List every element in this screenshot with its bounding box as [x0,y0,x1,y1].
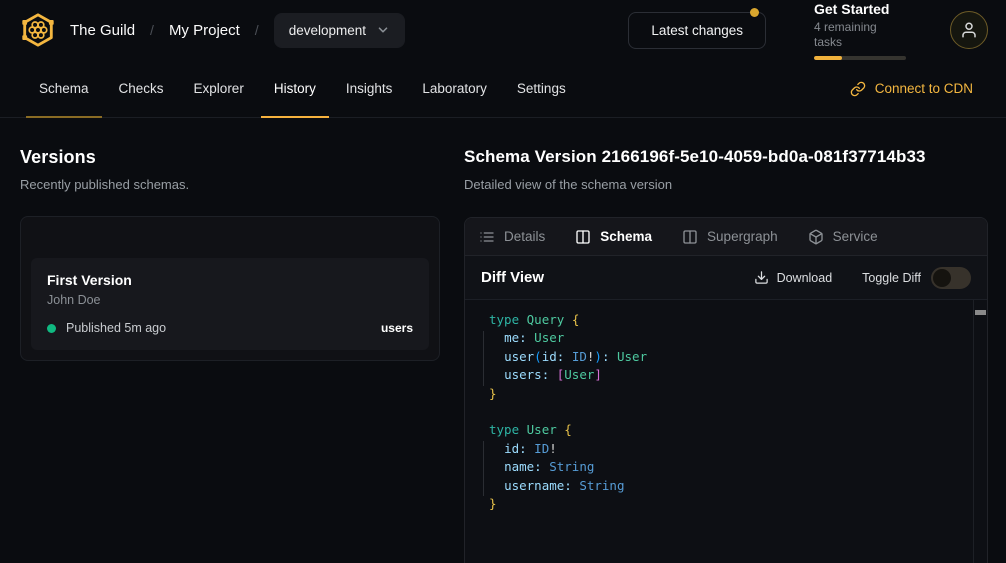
toggle-knob [933,269,951,287]
code-line: type User { [489,421,967,439]
environment-selector-value: development [289,23,366,38]
user-avatar[interactable] [950,11,988,49]
detail-tabstrip: Details Schema Supergraph [465,218,987,256]
version-service-badge: users [381,321,413,335]
versions-panel: Versions Recently published schemas. Fir… [20,146,440,563]
code-line: users: [User] [489,366,967,384]
user-icon [960,21,978,39]
schema-version-subtitle: Detailed view of the schema version [464,176,988,194]
nav-tab-explorer[interactable]: Explorer [181,60,257,117]
schema-version-title: Schema Version 2166196f-5e10-4059-bd0a-0… [464,146,988,168]
diff-actions: Download Toggle Diff [754,267,971,289]
code-line: user(id: ID!): User [489,348,967,366]
target-nav: Schema Checks Explorer History Insights … [0,60,1006,118]
get-started-subtitle: 4 remaining tasks [814,20,906,50]
schema-version-panel: Schema Version 2166196f-5e10-4059-bd0a-0… [464,146,988,563]
nav-tab-laboratory[interactable]: Laboratory [409,60,500,117]
box-icon [808,229,824,245]
connect-to-cdn-label: Connect to CDN [875,81,973,96]
download-button[interactable]: Download [754,270,833,285]
detail-tab-service[interactable]: Service [808,229,878,245]
get-started-progress-fill [814,56,842,60]
code-line: } [489,385,967,403]
download-icon [754,270,769,285]
tab-underline [409,116,500,118]
version-list-item[interactable]: First Version John Doe Published 5m ago … [31,258,429,350]
tab-underline [106,116,177,118]
breadcrumb-project[interactable]: My Project [169,22,240,39]
get-started-progressbar [814,56,906,60]
tab-underline [261,116,329,118]
indent-guide [483,331,484,386]
breadcrumb-org[interactable]: The Guild [70,22,135,39]
diff-view-toolbar: Diff View Download Toggle Diff [465,256,987,300]
schema-code-viewer: type Query { me: User user(id: ID!): Use… [465,300,987,563]
honeycomb-logo-icon [19,11,57,49]
nav-tab-insights[interactable]: Insights [333,60,406,117]
breadcrumb-separator: / [255,22,259,38]
tab-underline [26,116,102,118]
scrollbar-track [973,300,974,563]
graphql-sdl-code: type Query { me: User user(id: ID!): Use… [489,311,967,513]
schema-detail-card: Details Schema Supergraph [464,217,988,563]
versions-subtitle: Recently published schemas. [20,176,440,194]
connect-to-cdn-link[interactable]: Connect to CDN [850,60,988,117]
nav-tab-schema[interactable]: Schema [26,60,102,117]
environment-selector[interactable]: development [274,13,405,48]
toggle-diff-label: Toggle Diff [862,271,921,285]
code-line: id: ID! [489,440,967,458]
code-line: type Query { [489,311,967,329]
version-name: First Version [47,271,413,289]
detail-tab-details[interactable]: Details [479,229,545,245]
breadcrumb: The Guild / My Project / development [70,13,405,48]
versions-list: First Version John Doe Published 5m ago … [20,216,440,361]
tab-underline [181,116,257,118]
hive-logo[interactable] [18,10,58,50]
code-line [489,403,967,421]
version-status: Published 5m ago [66,321,381,335]
code-line: name: String [489,458,967,476]
get-started-widget[interactable]: Get Started 4 remaining tasks [814,1,906,60]
get-started-title: Get Started [814,1,906,18]
download-label: Download [777,271,833,285]
scrollbar-thumb[interactable] [975,310,986,315]
toggle-diff-switch[interactable] [931,267,971,289]
code-line: username: String [489,477,967,495]
tab-underline [333,116,406,118]
published-status-dot [47,324,56,333]
diff-view-title: Diff View [481,269,544,286]
tab-underline [504,116,579,118]
columns-icon [575,229,591,245]
code-line: me: User [489,329,967,347]
main-content: Versions Recently published schemas. Fir… [0,118,1006,563]
breadcrumb-separator: / [150,22,154,38]
version-meta-row: Published 5m ago users [47,321,413,335]
nav-tab-checks[interactable]: Checks [106,60,177,117]
detail-tab-schema[interactable]: Schema [575,229,652,245]
detail-tab-supergraph[interactable]: Supergraph [682,229,778,245]
list-icon [479,229,495,245]
indent-guide [483,441,484,496]
columns-icon [682,229,698,245]
latest-changes-button[interactable]: Latest changes [628,12,766,49]
nav-tab-settings[interactable]: Settings [504,60,579,117]
nav-tab-history[interactable]: History [261,60,329,117]
header: The Guild / My Project / development Lat… [0,0,1006,60]
notification-dot [750,8,759,17]
link-icon [850,81,866,97]
versions-title: Versions [20,146,440,168]
code-line: } [489,495,967,513]
chevron-down-icon [376,23,390,37]
version-author: John Doe [47,292,413,308]
